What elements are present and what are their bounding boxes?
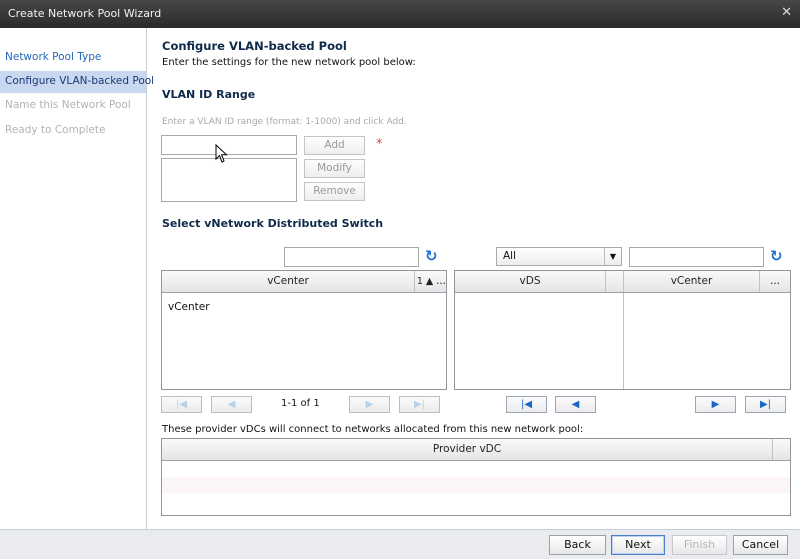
back-button[interactable]: Back [549, 535, 606, 555]
empty-row-stripe [162, 477, 790, 493]
column-separator [772, 439, 773, 460]
window-title: Create Network Pool Wizard [8, 7, 162, 20]
vds-filter-select[interactable]: All ▼ [496, 247, 622, 266]
pager-text: 1-1 of 1 [281, 398, 320, 409]
window-titlebar: Create Network Pool Wizard ✕ [0, 0, 800, 28]
modify-button[interactable]: Modify [304, 159, 365, 178]
add-button[interactable]: Add [304, 136, 365, 155]
step-ready-to-complete: Ready to Complete [5, 124, 106, 136]
vds-grid: vDS vCenter ... [454, 270, 791, 390]
cancel-button[interactable]: Cancel [733, 535, 788, 555]
vcenter-search-input[interactable] [284, 247, 419, 267]
page-title: Configure VLAN-backed Pool [162, 39, 347, 53]
first-page-button: |◀ [161, 396, 202, 413]
chevron-down-icon[interactable]: ▼ [604, 248, 621, 265]
vds-search-input[interactable] [629, 247, 764, 267]
page-subtitle: Enter the settings for the new network p… [162, 57, 416, 68]
column-separator [759, 271, 760, 292]
vlan-range-input[interactable] [161, 135, 297, 155]
provider-vdc-grid: Provider vDC [161, 438, 791, 516]
refresh-icon[interactable]: ↻ [425, 247, 438, 265]
column-separator [605, 271, 606, 292]
next-page-button[interactable]: ▶ [695, 396, 736, 413]
vlan-range-heading: VLAN ID Range [162, 88, 256, 101]
vds-filter-value: All [503, 250, 517, 262]
wizard-steps-sidebar: Network Pool Type Configure VLAN-backed … [0, 28, 154, 529]
sort-indicator[interactable]: 1 ▲ [416, 271, 434, 292]
column-menu-button[interactable]: ... [434, 271, 448, 292]
first-page-button[interactable]: |◀ [506, 396, 547, 413]
vds-heading: Select vNetwork Distributed Switch [162, 217, 384, 230]
next-button[interactable]: Next [611, 535, 665, 555]
prev-page-button[interactable]: ◀ [555, 396, 596, 413]
last-page-button: ▶| [399, 396, 440, 413]
remove-button[interactable]: Remove [304, 182, 365, 201]
vlan-range-hint: Enter a VLAN ID range (format: 1-1000) a… [162, 117, 407, 127]
provider-vdc-note: These provider vDCs will connect to netw… [162, 424, 584, 435]
step-name-network-pool: Name this Network Pool [5, 99, 131, 111]
column-separator [623, 293, 624, 389]
step-network-pool-type[interactable]: Network Pool Type [0, 47, 146, 69]
column-separator [414, 271, 415, 292]
last-page-button[interactable]: ▶| [745, 396, 786, 413]
column-menu-button[interactable]: ... [761, 271, 789, 292]
table-row[interactable]: vCenter [168, 301, 210, 313]
next-page-button: ▶ [349, 396, 390, 413]
vcenter-column-header[interactable]: vCenter [624, 271, 759, 292]
close-icon[interactable]: ✕ [781, 5, 792, 20]
step-configure-vlan-backed-pool[interactable]: Configure VLAN-backed Pool [0, 71, 154, 93]
refresh-icon[interactable]: ↻ [770, 247, 783, 265]
provider-vdc-grid-header: Provider vDC [162, 439, 790, 461]
vds-column-header[interactable]: vDS [455, 271, 605, 292]
vds-grid-header: vDS vCenter ... [455, 271, 790, 293]
mouse-cursor-icon [215, 144, 228, 163]
finish-button: Finish [672, 535, 727, 555]
required-indicator: * [376, 137, 383, 152]
wizard-footer: Back Next Finish Cancel [0, 529, 800, 559]
provider-vdc-column-header[interactable]: Provider vDC [162, 439, 772, 460]
vcenter-column-header[interactable]: vCenter [162, 271, 414, 292]
vcenter-grid: vCenter 1 ▲ ... vCenter [161, 270, 447, 390]
wizard-main-panel: Configure VLAN-backed Pool Enter the set… [148, 28, 800, 529]
vlan-range-list[interactable] [161, 158, 297, 202]
vcenter-grid-header: vCenter 1 ▲ ... [162, 271, 446, 293]
prev-page-button: ◀ [211, 396, 252, 413]
